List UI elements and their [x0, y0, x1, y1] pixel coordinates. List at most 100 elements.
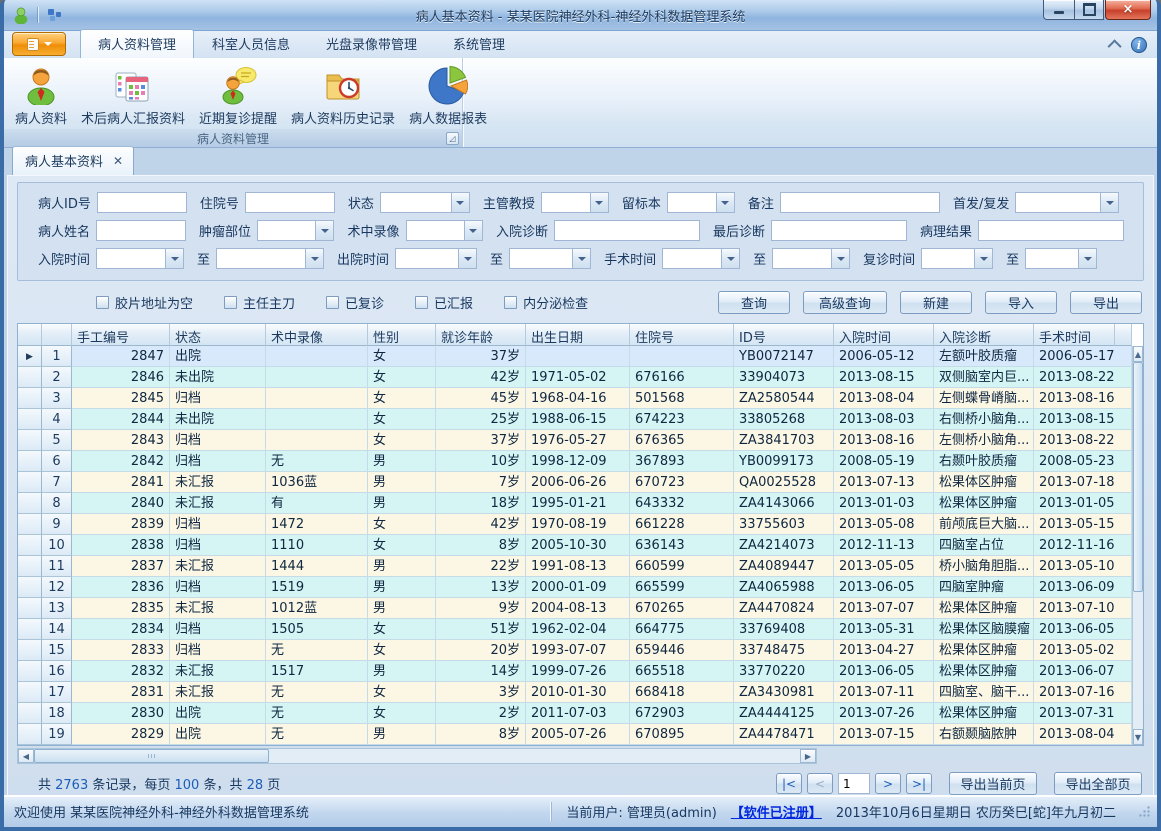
grid-header-5[interactable]: 性别 [368, 324, 436, 346]
horizontal-scroll-thumb[interactable] [34, 749, 269, 763]
export-current-page-button[interactable]: 导出当前页 [949, 772, 1037, 795]
combo-dropdown-button[interactable] [464, 221, 482, 240]
new-button[interactable]: 新建 [900, 291, 972, 314]
combo-input-op_video[interactable] [407, 221, 464, 240]
table-row-11[interactable]: 112837未汇报1444男22岁1991-08-13660599ZA40894… [18, 556, 1132, 577]
checkbox-chief_surgeon[interactable]: 主任主刀 [224, 293, 295, 312]
query-button[interactable]: 查询 [718, 291, 790, 314]
table-row-10[interactable]: 102838归档1110女8岁2005-10-30636143ZA4214073… [18, 535, 1132, 556]
ribbon-tab-3[interactable]: 系统管理 [435, 29, 523, 58]
grid-header-0[interactable] [18, 324, 42, 346]
minimize-button[interactable] [1043, 0, 1074, 20]
document-tab-patient-basic[interactable]: 病人基本资料 ✕ [12, 146, 134, 175]
search-combo-op_video[interactable] [406, 220, 483, 241]
vertical-scroll-track[interactable] [1133, 592, 1143, 729]
combo-input-out_date_from[interactable] [396, 249, 458, 268]
scroll-up-icon[interactable]: ▲ [1133, 346, 1143, 362]
search-combo-professor[interactable] [541, 192, 609, 213]
table-row-12[interactable]: 122836归档1519男13岁2000-01-09665599ZA406598… [18, 577, 1132, 598]
combo-input-revisit_date_from[interactable] [922, 249, 974, 268]
combo-input-in_date_from[interactable] [97, 249, 165, 268]
search-combo-tumor_site[interactable] [257, 220, 334, 241]
combo-input-revisit_date_to[interactable] [1026, 249, 1078, 268]
combo-dropdown-button[interactable] [572, 249, 590, 268]
combo-input-first_recur[interactable] [1016, 193, 1100, 212]
search-combo-in_date_from[interactable] [96, 248, 184, 269]
vertical-scrollbar[interactable]: ▲ ▼ [1132, 346, 1143, 745]
layout-grid-icon[interactable] [47, 7, 63, 23]
grid-header-10[interactable]: 入院时间 [834, 324, 934, 346]
combo-dropdown-button[interactable] [165, 249, 183, 268]
combo-dropdown-button[interactable] [1078, 249, 1096, 268]
app-menu-button[interactable] [12, 32, 66, 56]
maximize-button[interactable] [1074, 0, 1104, 20]
scroll-right-icon[interactable]: ▶ [800, 749, 816, 763]
search-combo-revisit_date_from[interactable] [921, 248, 993, 269]
page-number-input[interactable] [838, 773, 870, 794]
combo-input-op_date_from[interactable] [663, 249, 721, 268]
ribbon-action-0[interactable]: 病人资料 [8, 62, 74, 129]
combo-dropdown-button[interactable] [315, 221, 333, 240]
search-combo-out_date_to[interactable] [509, 248, 591, 269]
prev-page-button[interactable]: < [807, 773, 833, 794]
search-combo-revisit_date_to[interactable] [1025, 248, 1097, 269]
ribbon-action-3[interactable]: 病人资料历史记录 [284, 62, 402, 129]
table-row-5[interactable]: 52843归档女37岁1976-05-27676365ZA38417032013… [18, 430, 1132, 451]
combo-dropdown-button[interactable] [974, 249, 992, 268]
table-row-9[interactable]: 92839归档1472女42岁1970-08-19661228337556032… [18, 514, 1132, 535]
combo-input-in_date_to[interactable] [217, 249, 305, 268]
search-input-final_diag[interactable] [771, 220, 907, 241]
combo-input-op_date_to[interactable] [773, 249, 831, 268]
scroll-left-icon[interactable]: ◀ [18, 749, 34, 763]
combo-dropdown-button[interactable] [831, 249, 849, 268]
table-row-17[interactable]: 172831未汇报无女3岁2010-01-30668418ZA343098120… [18, 682, 1132, 703]
search-input-admission_diag[interactable] [554, 220, 700, 241]
combo-dropdown-button[interactable] [458, 249, 476, 268]
checkbox-endocrine_check[interactable]: 内分泌检查 [504, 293, 588, 312]
search-input-pathology[interactable] [978, 220, 1124, 241]
table-row-3[interactable]: 32845归档女45岁1968-04-16501568ZA25805442013… [18, 388, 1132, 409]
registered-link[interactable]: 【软件已注册】 [731, 802, 822, 821]
grid-header-12[interactable]: 手术时间 [1034, 324, 1115, 346]
grid-header-9[interactable]: ID号 [734, 324, 834, 346]
grid-header-1[interactable] [42, 324, 72, 346]
search-input-patient_id[interactable] [97, 192, 187, 213]
next-page-button[interactable]: > [875, 773, 901, 794]
grid-header-8[interactable]: 住院号 [630, 324, 734, 346]
combo-input-professor[interactable] [542, 193, 590, 212]
combo-input-specimen[interactable] [668, 193, 716, 212]
first-page-button[interactable]: |< [776, 773, 802, 794]
table-row-2[interactable]: 22846未出院女42岁1971-05-02676166339040732013… [18, 367, 1132, 388]
table-row-4[interactable]: 42844未出院女25岁1988-06-15674223338052682013… [18, 409, 1132, 430]
ribbon-tab-0[interactable]: 病人资料管理 [80, 29, 194, 58]
table-row-15[interactable]: 152833归档无女20岁1993-07-0765944633748475201… [18, 640, 1132, 661]
checkbox-revisited[interactable]: 已复诊 [326, 293, 384, 312]
last-page-button[interactable]: >| [906, 773, 932, 794]
ribbon-action-2[interactable]: 近期复诊提醒 [192, 62, 284, 129]
combo-dropdown-button[interactable] [716, 193, 734, 212]
scroll-down-icon[interactable]: ▼ [1133, 729, 1143, 745]
combo-dropdown-button[interactable] [451, 193, 469, 212]
resize-grip-icon[interactable] [1138, 805, 1151, 818]
search-combo-out_date_from[interactable] [395, 248, 477, 269]
table-row-18[interactable]: 182830出院无女2岁2011-07-03672903ZA4444125201… [18, 703, 1132, 724]
collapse-ribbon-icon[interactable] [1108, 39, 1122, 53]
dialog-launcher-icon[interactable]: ◿ [446, 132, 459, 145]
ribbon-action-1[interactable]: 术后病人汇报资料 [74, 62, 192, 129]
search-combo-op_date_to[interactable] [772, 248, 850, 269]
table-row-7[interactable]: 72841未汇报1036蓝男7岁2006-06-26670723QA002552… [18, 472, 1132, 493]
grid-header-4[interactable]: 术中录像 [266, 324, 368, 346]
table-row-19[interactable]: 192829出院无男8岁2005-07-26670895ZA4478471201… [18, 724, 1132, 745]
import-button[interactable]: 导入 [985, 291, 1057, 314]
search-input-admission_no[interactable] [245, 192, 335, 213]
horizontal-scroll-track[interactable] [269, 749, 800, 763]
close-button[interactable]: × [1105, 0, 1151, 20]
search-combo-specimen[interactable] [667, 192, 735, 213]
combo-dropdown-button[interactable] [305, 249, 323, 268]
ribbon-action-4[interactable]: 病人数据报表 [402, 62, 494, 129]
grid-header-2[interactable]: 手工编号 [72, 324, 170, 346]
ribbon-tab-2[interactable]: 光盘录像带管理 [308, 29, 435, 58]
search-input-remark[interactable] [780, 192, 940, 213]
search-combo-status[interactable] [380, 192, 470, 213]
search-input-patient_name[interactable] [96, 220, 186, 241]
